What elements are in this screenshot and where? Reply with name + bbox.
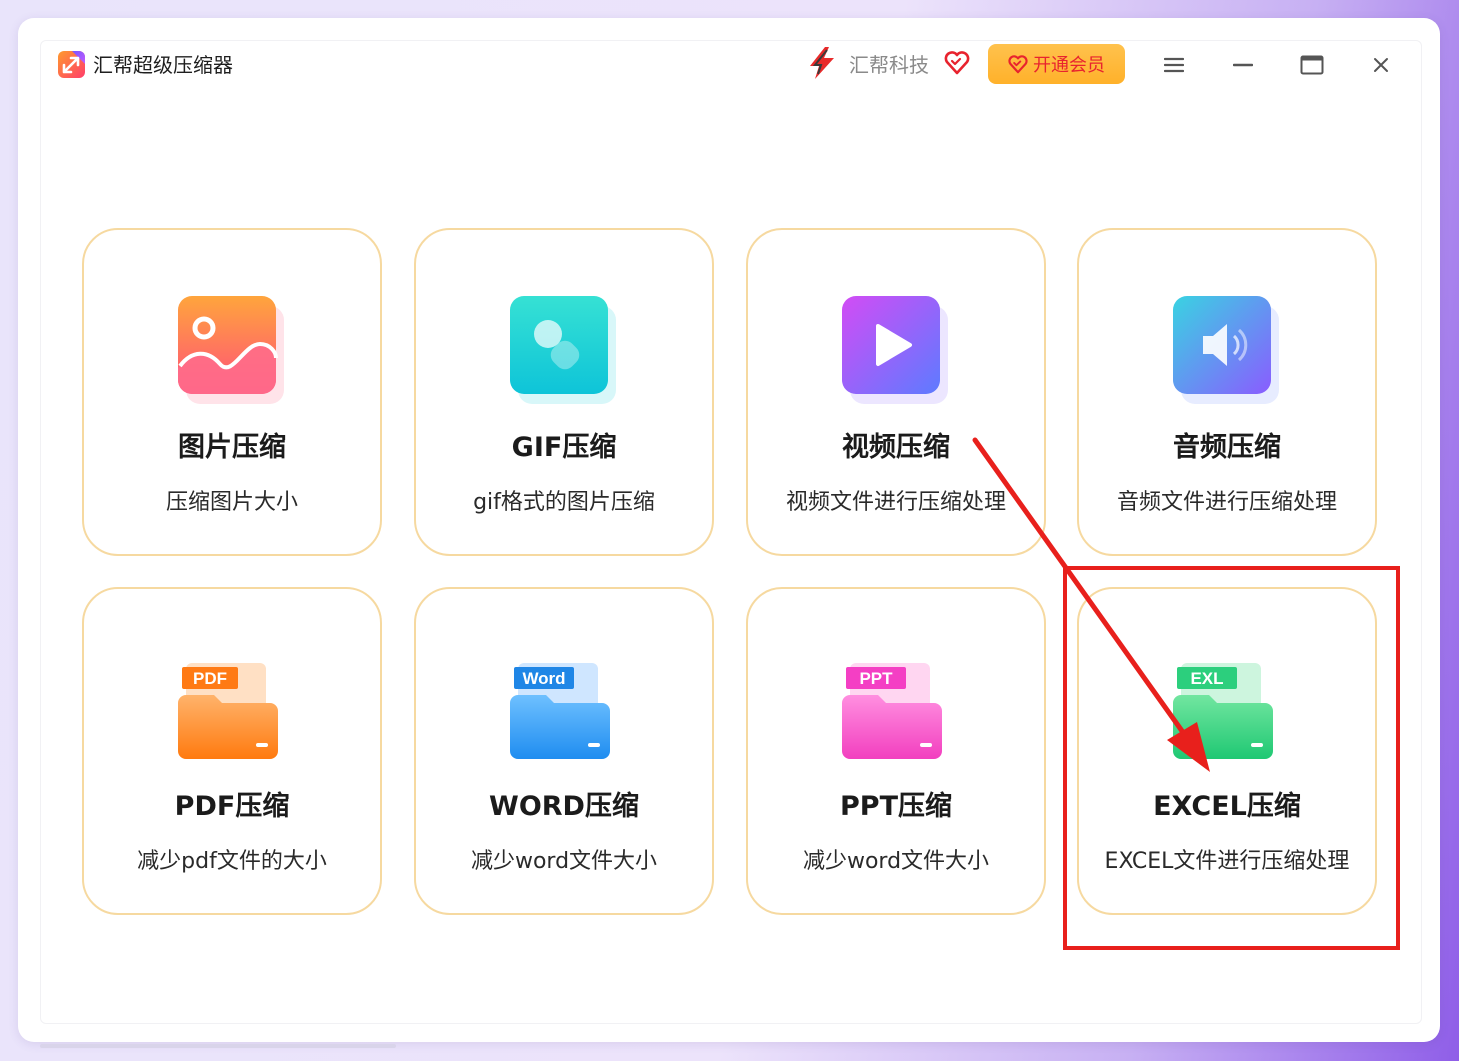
tool-desc: 压缩图片大小	[165, 490, 298, 515]
close-icon	[1374, 58, 1388, 72]
tool-title: EXCEL压缩	[1153, 791, 1301, 822]
tool-card-gif[interactable]: GIF压缩 gif格式的图片压缩	[414, 228, 714, 556]
tool-card-word[interactable]: Word WORD压缩 减少word文件大小	[414, 587, 714, 915]
heart-icon[interactable]	[944, 51, 970, 75]
tool-card-excel[interactable]: EXL EXCEL压缩 EXCEL文件进行压缩处理	[1077, 587, 1377, 915]
tool-title: GIF压缩	[511, 432, 617, 463]
tool-desc: 音频文件进行压缩处理	[1116, 490, 1337, 515]
excel-folder-icon: EXL	[1173, 663, 1273, 759]
bottom-scroll-indicator	[40, 1044, 396, 1048]
tool-desc: 视频文件进行压缩处理	[785, 490, 1006, 515]
tool-card-video[interactable]: 视频压缩 视频文件进行压缩处理	[746, 228, 1046, 556]
word-folder-icon: Word	[510, 663, 610, 759]
maximize-button[interactable]	[1295, 48, 1329, 82]
ppt-badge: PPT	[859, 669, 893, 688]
vip-heart-icon	[1008, 54, 1028, 73]
lightning-logo-icon	[810, 47, 834, 79]
tool-title: 视频压缩	[842, 432, 950, 463]
tool-title: 音频压缩	[1173, 432, 1281, 463]
tool-desc: gif格式的图片压缩	[473, 490, 655, 515]
excel-badge: EXL	[1190, 669, 1223, 688]
app-logo-icon	[58, 51, 85, 78]
menu-button[interactable]	[1157, 48, 1191, 82]
ppt-folder-icon: PPT	[842, 663, 942, 759]
app-title: 汇帮超级压缩器	[93, 53, 233, 77]
tool-desc: EXCEL文件进行压缩处理	[1104, 849, 1350, 874]
tool-title: PPT压缩	[840, 791, 952, 822]
pdf-folder-icon: PDF	[178, 663, 278, 759]
tool-desc: 减少pdf文件的大小	[137, 849, 327, 874]
tool-card-audio[interactable]: 音频压缩 音频文件进行压缩处理	[1077, 228, 1377, 556]
tool-title: WORD压缩	[489, 791, 639, 822]
tool-card-pdf[interactable]: PDF PDF压缩 减少pdf文件的大小	[82, 587, 382, 915]
tool-desc: 减少word文件大小	[470, 849, 658, 874]
video-play-icon	[842, 296, 948, 404]
speaker-icon	[1173, 296, 1279, 404]
tool-desc: 减少word文件大小	[802, 849, 990, 874]
minimize-icon	[1233, 63, 1253, 67]
pdf-badge: PDF	[193, 669, 227, 688]
tool-card-image[interactable]: 图片压缩 压缩图片大小	[82, 228, 382, 556]
tool-title: 图片压缩	[178, 432, 286, 463]
minimize-button[interactable]	[1226, 48, 1260, 82]
vip-button[interactable]: 开通会员	[988, 44, 1125, 84]
menu-icon	[1164, 57, 1184, 73]
vip-button-label: 开通会员	[1033, 55, 1105, 76]
brand-name: 汇帮科技	[849, 53, 929, 77]
image-icon	[178, 296, 284, 404]
tool-card-ppt[interactable]: PPT PPT压缩 减少word文件大小	[746, 587, 1046, 915]
tool-title: PDF压缩	[174, 791, 290, 822]
word-badge: Word	[522, 669, 565, 688]
maximize-icon	[1300, 55, 1324, 75]
close-button[interactable]	[1364, 48, 1398, 82]
gif-icon	[510, 296, 616, 404]
